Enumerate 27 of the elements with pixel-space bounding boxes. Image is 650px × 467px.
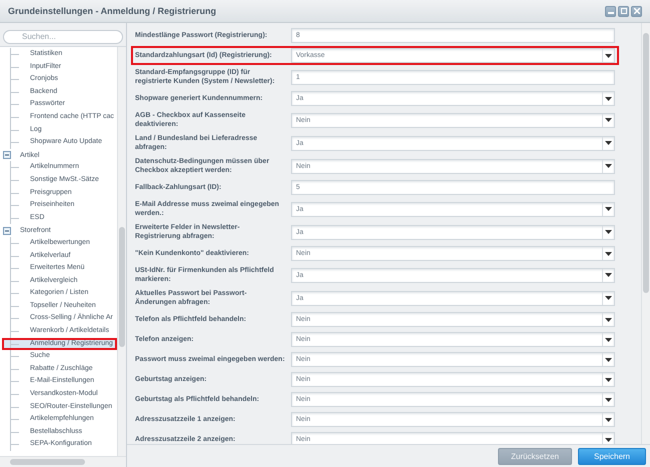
caret-icon xyxy=(605,230,612,234)
close-icon xyxy=(634,8,640,14)
minimize-button[interactable] xyxy=(605,6,616,16)
close-button[interactable] xyxy=(631,6,642,16)
caret-icon xyxy=(605,378,612,382)
caret-icon xyxy=(605,296,612,300)
scrollbar[interactable] xyxy=(641,23,650,444)
caret-icon xyxy=(605,338,612,342)
caret-icon xyxy=(605,418,612,422)
maximize-button[interactable] xyxy=(618,6,629,16)
caret-icon xyxy=(605,252,612,256)
caret-icon xyxy=(605,438,612,442)
caret-icon xyxy=(605,141,612,145)
maximize-icon xyxy=(620,8,626,14)
caret-icon xyxy=(605,118,612,122)
window-title: Grundeinstellungen - Anmeldung / Registrierung xyxy=(8,6,216,16)
caret-icon xyxy=(605,358,612,362)
caret-icon xyxy=(605,164,612,168)
search-field[interactable]: Suchen... xyxy=(3,30,123,44)
scrollbar[interactable] xyxy=(0,456,126,467)
scrollbar[interactable] xyxy=(117,47,126,456)
caret-icon xyxy=(605,398,612,402)
caret-icon xyxy=(605,318,612,322)
caret-icon xyxy=(605,207,612,211)
caret-icon xyxy=(605,96,612,100)
caret-icon xyxy=(605,54,612,58)
caret-icon xyxy=(605,273,612,277)
